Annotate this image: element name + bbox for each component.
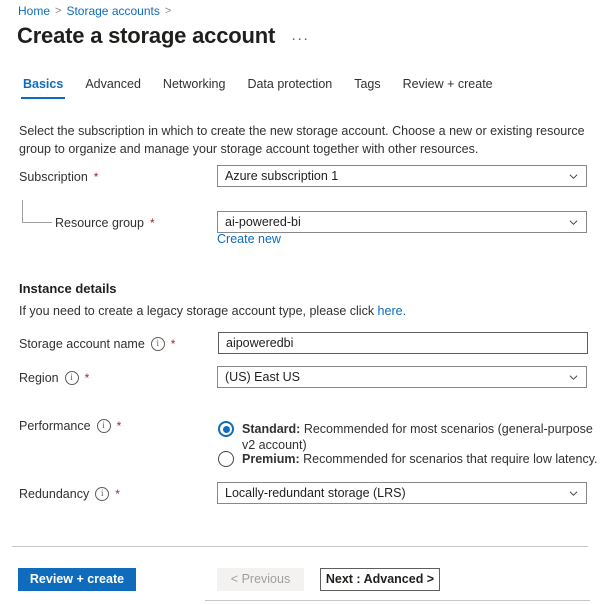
breadcrumb-separator-icon: >: [55, 5, 62, 17]
legacy-storage-note: If you need to create a legacy storage a…: [19, 303, 406, 319]
required-asterisk: *: [115, 487, 120, 501]
info-icon[interactable]: [150, 337, 165, 351]
breadcrumb: Home > Storage accounts >: [18, 3, 171, 19]
performance-option-premium[interactable]: Premium: Recommended for scenarios that …: [218, 451, 597, 467]
redundancy-value: Locally-redundant storage (LRS): [225, 486, 406, 500]
region-label-text: Region: [19, 371, 59, 385]
resource-group-label: Resource group *: [55, 215, 155, 231]
storage-account-name-value: aipoweredbi: [226, 336, 294, 350]
page-title: Create a storage account: [17, 23, 276, 48]
performance-premium-name: Premium:: [242, 452, 300, 466]
resource-group-tree-connector: [22, 200, 52, 223]
required-asterisk: *: [170, 337, 176, 351]
review-create-button[interactable]: Review + create: [18, 568, 136, 591]
redundancy-dropdown[interactable]: Locally-redundant storage (LRS): [217, 482, 587, 504]
performance-premium-text: Premium: Recommended for scenarios that …: [242, 451, 597, 467]
next-advanced-button[interactable]: Next : Advanced >: [320, 568, 440, 591]
subscription-value: Azure subscription 1: [225, 169, 339, 183]
region-label: Region *: [19, 370, 89, 386]
info-icon[interactable]: [95, 487, 110, 501]
redundancy-label-text: Redundancy: [19, 487, 90, 501]
required-asterisk: *: [116, 419, 122, 433]
performance-label: Performance *: [19, 418, 121, 434]
instance-details-heading: Instance details: [19, 281, 117, 296]
subscription-dropdown[interactable]: Azure subscription 1: [217, 165, 587, 187]
tab-data-protection[interactable]: Data protection: [236, 76, 343, 99]
radio-premium[interactable]: [218, 451, 234, 467]
resource-group-value: ai-powered-bi: [225, 215, 301, 229]
tab-review-create[interactable]: Review + create: [392, 76, 504, 99]
previous-button: < Previous: [217, 568, 304, 591]
performance-standard-name: Standard:: [242, 422, 301, 436]
resource-group-label-text: Resource group: [55, 216, 144, 230]
bottom-divider: [205, 600, 590, 601]
region-dropdown[interactable]: (US) East US: [217, 366, 587, 388]
performance-option-standard[interactable]: Standard: Recommended for most scenarios…: [218, 421, 600, 453]
breadcrumb-item-storage-accounts[interactable]: Storage accounts: [66, 3, 159, 19]
tab-tags[interactable]: Tags: [343, 76, 391, 99]
performance-premium-description: Recommended for scenarios that require l…: [299, 452, 598, 466]
chevron-down-icon: [569, 489, 578, 498]
tab-advanced[interactable]: Advanced: [74, 76, 152, 99]
storage-account-name-label-text: Storage account name: [19, 337, 145, 351]
tab-basics[interactable]: Basics: [12, 76, 74, 99]
chevron-down-icon: [569, 373, 578, 382]
resource-group-dropdown[interactable]: ai-powered-bi: [217, 211, 587, 233]
radio-standard[interactable]: [218, 421, 234, 437]
breadcrumb-separator-icon: >: [164, 5, 172, 17]
tab-bar: Basics Advanced Networking Data protecti…: [12, 76, 504, 99]
footer-divider: [12, 546, 588, 547]
form-description: Select the subscription in which to crea…: [19, 124, 585, 156]
region-value: (US) East US: [225, 370, 301, 384]
performance-standard-text: Standard: Recommended for most scenarios…: [242, 421, 600, 453]
subscription-label: Subscription *: [19, 169, 98, 185]
required-asterisk: *: [84, 371, 90, 385]
storage-account-name-input[interactable]: aipoweredbi: [218, 332, 588, 354]
storage-account-name-label: Storage account name *: [19, 336, 175, 352]
page-header: Create a storage account ···: [17, 22, 311, 50]
legacy-note-text: If you need to create a legacy storage a…: [19, 304, 378, 318]
performance-label-text: Performance: [19, 419, 91, 433]
required-asterisk: *: [93, 170, 99, 184]
chevron-down-icon: [569, 218, 578, 227]
redundancy-label: Redundancy *: [19, 486, 120, 502]
info-icon[interactable]: [64, 371, 79, 385]
tab-networking[interactable]: Networking: [152, 76, 237, 99]
subscription-label-text: Subscription: [19, 170, 88, 184]
more-options-icon[interactable]: ···: [289, 31, 311, 46]
chevron-down-icon: [569, 172, 578, 181]
info-icon[interactable]: [96, 419, 111, 433]
create-new-resource-group-link[interactable]: Create new: [217, 231, 281, 247]
required-asterisk: *: [149, 216, 155, 230]
breadcrumb-item-home[interactable]: Home: [18, 3, 50, 19]
legacy-storage-link[interactable]: here.: [378, 304, 407, 318]
